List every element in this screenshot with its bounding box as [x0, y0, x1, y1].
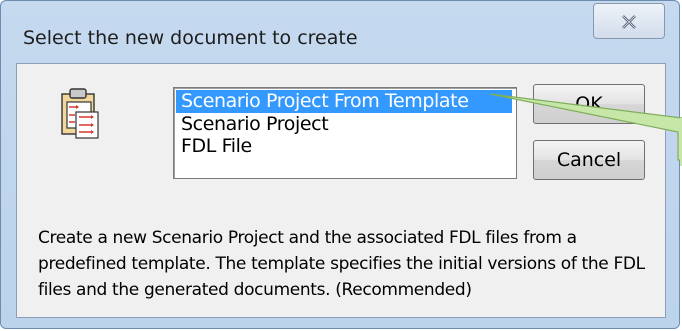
scenario-project-document-icon — [61, 88, 99, 139]
dialog-window: Select the new document to create Scenar… — [0, 0, 680, 329]
cancel-button[interactable]: Cancel — [533, 140, 645, 180]
title-bar[interactable]: Select the new document to create — [1, 1, 679, 61]
dialog-client-area: Scenario Project From Template Scenario … — [16, 63, 666, 318]
close-icon — [622, 15, 636, 29]
document-type-listbox[interactable]: Scenario Project From Template Scenario … — [173, 87, 517, 179]
list-item-scenario-project-from-template[interactable]: Scenario Project From Template — [176, 90, 512, 113]
list-item-scenario-project[interactable]: Scenario Project — [176, 113, 512, 136]
description-text: Create a new Scenario Project and the as… — [38, 228, 645, 300]
ok-button[interactable]: OK — [533, 84, 645, 124]
list-item-fdl-file[interactable]: FDL File — [176, 135, 512, 158]
dialog-title: Select the new document to create — [23, 27, 358, 49]
close-button[interactable] — [593, 3, 665, 39]
